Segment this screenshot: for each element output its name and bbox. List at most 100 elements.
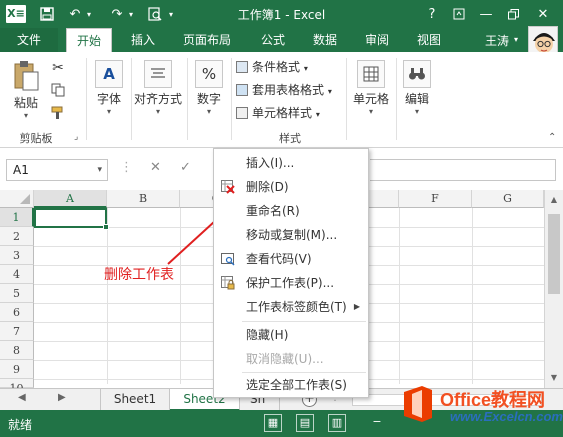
cells-button[interactable]: 单元格 ▾: [350, 60, 392, 116]
copy-icon[interactable]: [50, 83, 66, 100]
menu-item-move-copy[interactable]: 移动或复制(M)...: [214, 223, 368, 247]
formula-bar-drag-handle[interactable]: ⋮: [120, 160, 133, 175]
paste-button[interactable]: 粘贴 ▾: [8, 60, 44, 120]
page-break-view-icon[interactable]: ▥: [328, 414, 346, 432]
tab-insert[interactable]: 插入: [120, 28, 166, 52]
sheet-tab-sheet1[interactable]: Sheet1: [100, 389, 170, 411]
view-code-icon: [221, 252, 235, 266]
clipboard-group-label: 剪贴板: [19, 132, 53, 145]
number-label: 数字: [196, 92, 221, 106]
font-dropdown-icon[interactable]: ▾: [92, 107, 126, 116]
row-header[interactable]: 3: [0, 246, 34, 265]
menu-item-delete[interactable]: 删除(D): [214, 175, 368, 199]
menu-item-select-all-sheets[interactable]: 选定全部工作表(S): [214, 373, 368, 397]
menu-item-unhide: 取消隐藏(U)...: [214, 347, 368, 371]
row-header[interactable]: 5: [0, 284, 34, 303]
vertical-scrollbar[interactable]: ▲ ▼: [544, 190, 563, 388]
collapse-ribbon-icon[interactable]: ⌃: [548, 132, 556, 143]
menu-item-hide[interactable]: 隐藏(H): [214, 323, 368, 347]
cancel-icon[interactable]: ✕: [150, 160, 161, 175]
undo-dropdown-icon[interactable]: ▾: [84, 5, 94, 23]
tab-formulas[interactable]: 公式: [250, 28, 296, 52]
row-header[interactable]: 9: [0, 360, 34, 379]
ribbon-separator: [187, 58, 188, 140]
restore-icon[interactable]: [505, 5, 521, 23]
row-header[interactable]: 4: [0, 265, 34, 284]
sheet-next-icon[interactable]: ▶: [58, 392, 66, 403]
active-cell[interactable]: [34, 208, 109, 230]
menu-item-rename[interactable]: 重命名(R): [214, 199, 368, 223]
editing-dropdown-icon[interactable]: ▾: [400, 107, 434, 116]
number-button[interactable]: % 数字 ▾: [192, 60, 226, 116]
tab-file[interactable]: 文件: [0, 28, 58, 52]
table-format-icon: [236, 84, 248, 96]
tab-view[interactable]: 视图: [406, 28, 452, 52]
menu-item-tab-color[interactable]: 工作表标签颜色(T) ▶: [214, 295, 368, 319]
row-header[interactable]: 10: [0, 379, 34, 395]
row-header[interactable]: 1: [0, 208, 34, 227]
number-dropdown-icon[interactable]: ▾: [192, 107, 226, 116]
normal-view-icon[interactable]: ▦: [264, 414, 282, 432]
paste-dropdown-icon[interactable]: ▾: [8, 111, 44, 120]
row-header[interactable]: 8: [0, 341, 34, 360]
qat-customize-icon[interactable]: ▾: [166, 5, 176, 23]
column-header[interactable]: F: [399, 190, 472, 208]
minimize-icon[interactable]: —: [478, 5, 494, 23]
ribbon-display-icon[interactable]: [451, 5, 467, 23]
scrollbar-thumb[interactable]: [548, 214, 560, 294]
undo-icon[interactable]: ↶: [66, 5, 84, 23]
sheet-prev-icon[interactable]: ◀: [18, 392, 26, 403]
format-painter-icon[interactable]: [50, 106, 66, 123]
row-header[interactable]: 2: [0, 227, 34, 246]
alignment-button[interactable]: 对齐方式 ▾: [134, 60, 182, 116]
menu-item-label: 工作表标签颜色(T): [246, 300, 347, 314]
print-preview-icon[interactable]: [146, 5, 164, 23]
close-icon[interactable]: ✕: [535, 5, 551, 23]
ribbon-separator: [231, 58, 232, 140]
menu-item-protect-sheet[interactable]: 保护工作表(P)...: [214, 271, 368, 295]
scroll-up-icon[interactable]: ▲: [545, 192, 563, 208]
menu-separator: [242, 321, 366, 322]
save-icon[interactable]: [38, 5, 56, 23]
menu-item-view-code[interactable]: 查看代码(V): [214, 247, 368, 271]
cut-icon[interactable]: ✂: [50, 60, 66, 76]
submenu-arrow-icon: ▶: [353, 302, 360, 311]
help-icon[interactable]: ?: [424, 5, 440, 23]
row-header[interactable]: 6: [0, 303, 34, 322]
row-header[interactable]: 7: [0, 322, 34, 341]
cell-styles-button[interactable]: 单元格样式 ▾: [236, 104, 320, 122]
tab-data[interactable]: 数据: [302, 28, 348, 52]
tab-home[interactable]: 开始: [66, 28, 112, 52]
enter-icon[interactable]: ✓: [180, 160, 191, 175]
tab-page-layout[interactable]: 页面布局: [174, 28, 240, 52]
user-dropdown-icon[interactable]: ▾: [514, 35, 518, 44]
font-label: 字体: [96, 92, 121, 106]
user-name[interactable]: 王涛: [485, 32, 509, 49]
ribbon-separator: [396, 58, 397, 140]
cell-styles-dropdown-icon: ▾: [315, 110, 320, 119]
select-all-corner[interactable]: [0, 190, 34, 208]
gridline: [472, 208, 473, 384]
page-layout-view-icon[interactable]: ▤: [296, 414, 314, 432]
format-as-table-button[interactable]: 套用表格格式 ▾: [236, 81, 332, 99]
tab-review[interactable]: 审阅: [354, 28, 400, 52]
excel-logo-icon: X≡: [6, 5, 26, 23]
conditional-format-button[interactable]: 条件格式 ▾: [236, 58, 308, 76]
zoom-out-icon[interactable]: −: [368, 414, 386, 432]
title-bar: X≡ ↶ ▾ ↷ ▾ ▾ 工作簿1 - Excel ? — ✕: [0, 0, 563, 28]
redo-icon[interactable]: ↷: [108, 5, 126, 23]
column-header[interactable]: G: [472, 190, 544, 208]
fill-handle[interactable]: [103, 224, 109, 230]
redo-dropdown-icon[interactable]: ▾: [126, 5, 136, 23]
menu-item-insert[interactable]: 插入(I)...: [214, 151, 368, 175]
clipboard-launcher-icon[interactable]: ⌟: [74, 132, 78, 142]
formula-input[interactable]: [370, 159, 556, 181]
name-box-dropdown-icon[interactable]: ▾: [97, 160, 102, 180]
editing-button[interactable]: 编辑 ▾: [400, 60, 434, 116]
cell-styles-icon: [236, 107, 248, 119]
column-header[interactable]: A: [34, 190, 107, 208]
alignment-dropdown-icon[interactable]: ▾: [134, 107, 182, 116]
name-box[interactable]: A1 ▾: [6, 159, 108, 181]
font-button[interactable]: A 字体 ▾: [92, 60, 126, 116]
cells-dropdown-icon[interactable]: ▾: [350, 107, 392, 116]
